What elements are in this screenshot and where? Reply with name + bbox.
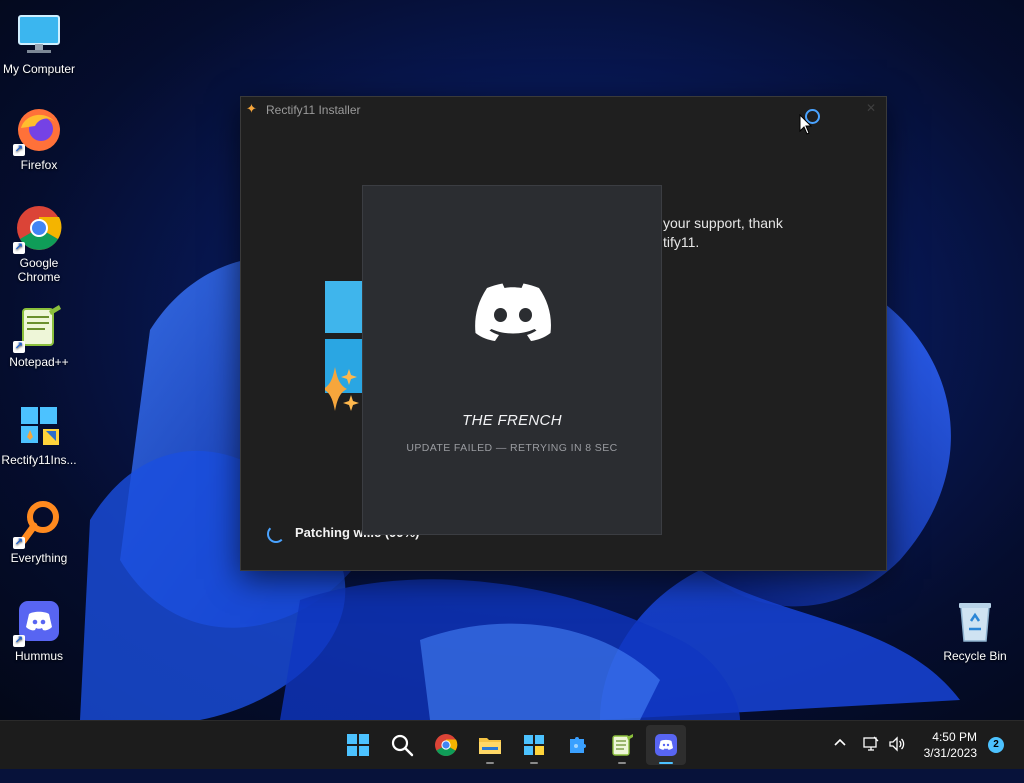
desktop-icon-chrome[interactable]: ↗ Google Chrome (0, 204, 78, 284)
puzzle-app-icon (570, 737, 586, 753)
discord-icon (655, 734, 677, 756)
shortcut-arrow-icon: ↗ (13, 144, 25, 156)
desktop-icon-firefox[interactable]: ↗ Firefox (0, 106, 78, 172)
running-indicator (486, 762, 494, 764)
desktop-icon-notepadpp[interactable]: ↗ Notepad++ (0, 303, 78, 369)
notification-badge[interactable]: 2 (988, 737, 1004, 753)
discord-username: THE FRENCH (462, 412, 562, 429)
window-title: Rectify11 Installer (266, 103, 361, 117)
shortcut-arrow-icon: ↗ (13, 537, 25, 549)
firefox-icon: ↗ (13, 106, 63, 156)
running-indicator (530, 762, 538, 764)
sparkle-icon: ✦ (246, 101, 257, 116)
taskbar-puzzle-app[interactable] (558, 725, 598, 765)
desktop-icon-label: Hummus (14, 649, 63, 663)
desktop-icon-hummus[interactable]: ↗ Hummus (0, 597, 78, 663)
discord-icon: ↗ (13, 597, 63, 647)
shortcut-arrow-icon: ↗ (13, 635, 25, 647)
desktop-icon-label: Everything (10, 551, 68, 565)
shortcut-arrow-icon: ↗ (13, 242, 25, 254)
desktop-icon-my-computer[interactable]: My Computer (0, 10, 78, 76)
chrome-icon: ↗ (13, 204, 63, 254)
desktop-icon-everything[interactable]: ↗ Everything (0, 499, 78, 565)
clock-time: 4:50 PM (932, 730, 977, 744)
discord-logo-icon (475, 283, 551, 346)
taskbar-notepadpp[interactable] (602, 725, 642, 765)
mouse-cursor-icon (799, 113, 813, 141)
notepadpp-icon: ↗ (13, 303, 63, 353)
network-button[interactable] (862, 735, 880, 783)
taskbar-search-button[interactable] (382, 725, 422, 765)
desktop-icon-label: Notepad++ (9, 355, 69, 369)
notepadpp-icon (612, 734, 633, 756)
monitor-icon (15, 10, 63, 58)
volume-icon (889, 736, 905, 752)
desktop-icon-label: My Computer (2, 62, 76, 76)
rectify11-installer-icon (15, 401, 63, 449)
desktop-icon-label: Firefox (20, 158, 58, 172)
desktop-icon-label: Recycle Bin (943, 649, 1007, 663)
taskbar-rectify11[interactable] (514, 725, 554, 765)
taskbar-discord[interactable] (646, 725, 686, 765)
running-indicator (618, 762, 626, 764)
discord-splash-window[interactable]: THE FRENCH UPDATE FAILED — RETRYING IN 8… (362, 185, 662, 535)
discord-update-status: UPDATE FAILED — RETRYING IN 8 SEC (406, 442, 618, 454)
desktop-icon-rectify11-installer[interactable]: Rectify11Ins... (0, 401, 78, 467)
support-message: your support, thank tify11. (663, 215, 783, 250)
taskbar-chrome[interactable] (426, 725, 466, 765)
volume-button[interactable] (888, 735, 906, 783)
recycle-bin-icon (951, 597, 999, 645)
chrome-icon (435, 734, 458, 756)
clock-date: 3/31/2023 (923, 746, 977, 760)
show-hidden-icons-button[interactable] (832, 735, 848, 783)
network-icon (863, 736, 879, 751)
rectify11-icon (524, 735, 544, 755)
search-icon (391, 734, 414, 757)
progress-spinner-icon (267, 525, 285, 543)
start-button[interactable] (338, 725, 378, 765)
desktop-icon-label: Google Chrome (17, 256, 61, 284)
shortcut-arrow-icon: ↗ (13, 341, 25, 353)
taskbar-clock[interactable]: 4:50 PM 3/31/2023 (924, 729, 977, 761)
start-icon (347, 734, 369, 756)
everything-search-icon: ↗ (13, 499, 63, 549)
file-explorer-icon (479, 738, 501, 754)
close-icon[interactable]: ✕ (866, 101, 876, 115)
desktop-icon-recycle-bin[interactable]: Recycle Bin (936, 597, 1014, 663)
running-indicator (659, 762, 673, 764)
taskbar: 4:50 PM 3/31/2023 2 (0, 720, 1024, 769)
taskbar-file-explorer[interactable] (470, 725, 510, 765)
chevron-up-icon (834, 738, 846, 746)
desktop-icon-label: Rectify11Ins... (1, 453, 77, 467)
